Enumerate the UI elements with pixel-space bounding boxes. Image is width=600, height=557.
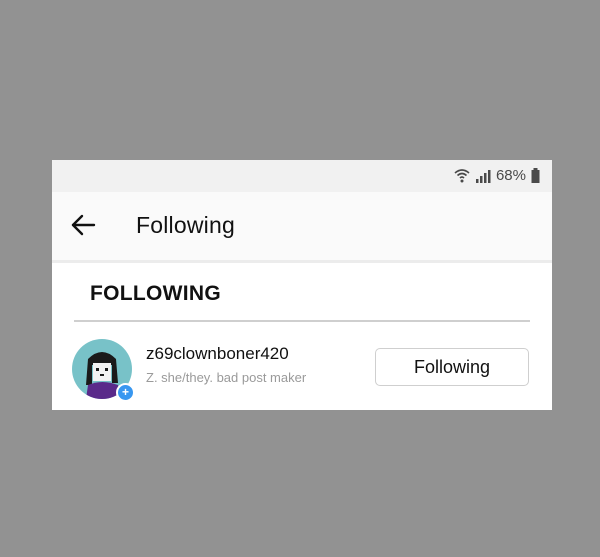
status-icons: 68% bbox=[454, 167, 540, 184]
back-button[interactable] bbox=[66, 210, 100, 244]
page-title: Following bbox=[136, 212, 235, 238]
section-divider bbox=[74, 320, 530, 322]
username[interactable]: z69clownboner420 bbox=[146, 344, 289, 364]
arrow-left-icon bbox=[70, 214, 96, 241]
status-bar: 68% bbox=[52, 160, 552, 192]
user-list-item[interactable]: + z69clownboner420 Z. she/they. bad post… bbox=[52, 330, 552, 402]
plus-icon: + bbox=[116, 383, 135, 402]
battery-percent: 68% bbox=[495, 167, 526, 184]
signal-icon bbox=[475, 169, 491, 183]
phone-screen: 68% Following FOLLOWING + z69clownboner4… bbox=[52, 160, 552, 410]
user-bio: Z. she/they. bad post maker bbox=[146, 370, 307, 385]
section-header: FOLLOWING bbox=[90, 282, 222, 305]
wifi-icon bbox=[454, 168, 470, 184]
battery-icon bbox=[531, 168, 540, 183]
following-button[interactable]: Following bbox=[375, 348, 529, 386]
app-bar: Following bbox=[52, 192, 552, 263]
